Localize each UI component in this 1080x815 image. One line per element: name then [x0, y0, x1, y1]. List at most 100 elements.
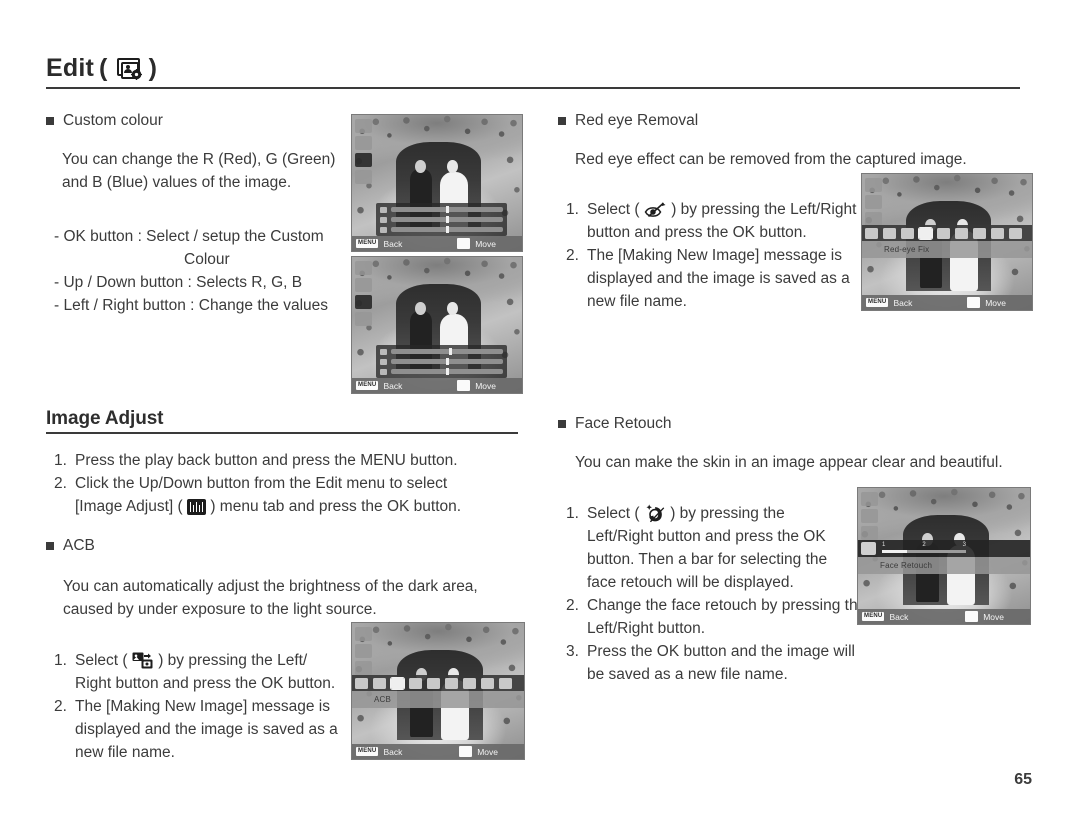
face-retouch-level-bar[interactable]: 1 2 3: [858, 540, 1030, 557]
tab-resize-icon[interactable]: [355, 627, 372, 641]
lcd-menu-label: Red-eye Fix: [862, 241, 1032, 258]
page-header: Edit ( ): [46, 52, 1020, 92]
slider-track-b[interactable]: [390, 226, 503, 233]
tab-resize-icon[interactable]: [355, 119, 372, 133]
step-text-line-2: Right button and press the OK button.: [75, 675, 336, 692]
dpad-icon[interactable]: [457, 380, 471, 391]
menu-key-badge[interactable]: MENU: [862, 612, 885, 621]
slider-row-r[interactable]: [379, 348, 503, 355]
red-eye-steps: 1. Select ( ) by pressing the Left/Right…: [566, 198, 866, 313]
tab-image-adjust-icon[interactable]: [355, 153, 372, 167]
lcd-tab-strip[interactable]: [355, 119, 372, 184]
dpad-icon[interactable]: [459, 746, 473, 757]
menu-item-contrast-icon[interactable]: [463, 677, 476, 689]
custom-colour-lcd-2: MENU Back Move: [351, 256, 523, 394]
face-retouch-icon: [646, 504, 664, 523]
tab-resize-icon[interactable]: [865, 178, 882, 192]
menu-item-saturation-icon[interactable]: [991, 227, 1004, 239]
lcd-status-bar: MENU Back Move: [858, 609, 1030, 624]
dpad-icon[interactable]: [457, 238, 471, 249]
slider-label-g-icon: [379, 216, 387, 223]
menu-item-resize-icon[interactable]: [373, 677, 386, 689]
step-text-line-3: button. Then a bar for selecting the: [587, 551, 828, 568]
tab-image-adjust-icon[interactable]: [355, 661, 372, 675]
menu-item-noise-icon[interactable]: [1009, 227, 1022, 239]
slider-row-g[interactable]: [379, 216, 503, 223]
level-scale[interactable]: 1 2 3: [882, 542, 966, 555]
menu-item-acb-icon[interactable]: [390, 676, 405, 690]
step-text-pre: Select (: [587, 505, 640, 522]
step-text-with-icon: Select ( ) by pressing the Left/Right: [587, 198, 866, 221]
back-label: Back: [893, 297, 913, 308]
slider-track-g[interactable]: [390, 216, 503, 223]
menu-item-red-eye-fix-icon[interactable]: [409, 677, 422, 689]
tab-resize-icon[interactable]: [355, 261, 372, 275]
slider-row-r[interactable]: [379, 206, 503, 213]
menu-key-badge[interactable]: MENU: [866, 298, 889, 307]
menu-item-acb-icon[interactable]: [901, 227, 914, 239]
tab-rotate-icon[interactable]: [355, 644, 372, 658]
slider-track-r[interactable]: [390, 206, 503, 213]
step-text: Press the play back button and press the…: [75, 451, 458, 469]
lcd-tab-strip[interactable]: [865, 178, 882, 226]
slider-track-g[interactable]: [390, 358, 503, 365]
level-tick-3: 3: [962, 542, 966, 548]
menu-item-brightness-icon[interactable]: [955, 227, 968, 239]
slider-row-b[interactable]: [379, 226, 503, 233]
dpad-icon[interactable]: [965, 611, 979, 622]
lcd-tab-strip[interactable]: [861, 492, 878, 540]
back-label: Back: [383, 238, 403, 249]
menu-item-resize-icon[interactable]: [883, 227, 896, 239]
menu-item-red-eye-fix-icon[interactable]: [918, 226, 933, 240]
menu-item-saturation-icon[interactable]: [481, 677, 494, 689]
slider-label-r-icon: [379, 206, 387, 213]
step-number: 2.: [566, 597, 579, 614]
lcd-menu-bar[interactable]: [352, 675, 524, 691]
tab-rotate-icon[interactable]: [355, 278, 372, 292]
slider-track-b[interactable]: [390, 368, 503, 375]
menu-item-image-adjust-icon[interactable]: [355, 677, 368, 689]
slider-track-r[interactable]: [390, 348, 503, 355]
face-retouch-lcd: 1 2 3 Face Retouch MENU Back Move: [857, 487, 1031, 625]
tab-rotate-icon[interactable]: [861, 509, 878, 523]
edit-photo-gear-icon: [116, 57, 142, 80]
tab-image-adjust-icon[interactable]: [861, 526, 878, 540]
menu-item-brightness-icon[interactable]: [445, 677, 458, 689]
slider-row-b[interactable]: [379, 368, 503, 375]
menu-item-noise-icon[interactable]: [499, 677, 512, 689]
tab-rotate-icon[interactable]: [355, 136, 372, 150]
tab-rotate-icon[interactable]: [865, 195, 882, 209]
step-text-line-3: new file name.: [75, 744, 175, 761]
slider-row-g[interactable]: [379, 358, 503, 365]
menu-key-badge[interactable]: MENU: [356, 381, 379, 390]
lcd-tab-strip[interactable]: [355, 261, 372, 326]
menu-key-badge[interactable]: MENU: [356, 747, 379, 756]
step-text-line-2: displayed and the image is saved as a: [587, 270, 850, 287]
custom-colour-lcd-1: MENU Back Move: [351, 114, 523, 252]
lcd-menu-bar[interactable]: [862, 225, 1032, 241]
step-text-pre: [Image Adjust] (: [75, 497, 183, 515]
step-text-with-icon: Select ( ) by pressing the Left/: [75, 649, 354, 672]
acb-steps: 1. Select ( ) by pressing the Left/ Righ…: [54, 649, 354, 764]
page-number: 65: [1014, 771, 1032, 788]
menu-item-face-retouch-icon[interactable]: [937, 227, 950, 239]
tab-image-adjust-icon[interactable]: [865, 212, 882, 226]
red-eye-heading: Red eye Removal: [558, 112, 1028, 130]
level-tick-2: 2: [922, 542, 926, 548]
slider-label-b-icon: [379, 226, 387, 233]
tab-image-adjust-icon[interactable]: [355, 295, 372, 309]
menu-item-contrast-icon[interactable]: [973, 227, 986, 239]
bullet-square-icon: [558, 420, 566, 428]
lcd-tab-strip[interactable]: [355, 627, 372, 675]
dpad-icon[interactable]: [967, 297, 981, 308]
tab-resize-icon[interactable]: [861, 492, 878, 506]
level-tick-1: 1: [882, 542, 886, 548]
menu-key-badge[interactable]: MENU: [356, 239, 379, 248]
menu-item-image-adjust-icon[interactable]: [865, 227, 878, 239]
tab-effect-icon[interactable]: [355, 170, 372, 184]
menu-item-face-retouch-icon[interactable]: [427, 677, 440, 689]
tab-effect-icon[interactable]: [355, 312, 372, 326]
custom-colour-button-list: - OK button : Select / setup the Custom …: [54, 225, 346, 317]
rgb-sliders[interactable]: [375, 345, 507, 378]
rgb-sliders[interactable]: [375, 203, 507, 236]
